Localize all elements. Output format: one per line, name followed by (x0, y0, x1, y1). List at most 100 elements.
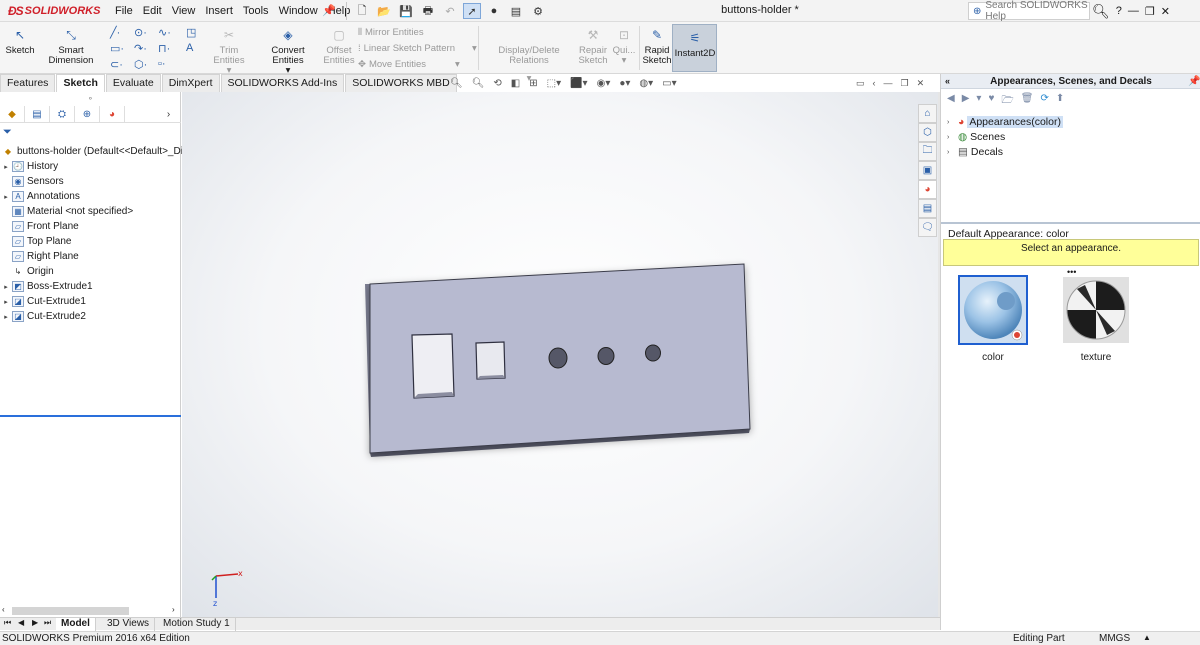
line-icon[interactable]: ╱· (110, 26, 120, 39)
forward-icon[interactable]: ▶ (962, 93, 970, 110)
pane-splitter[interactable] (941, 222, 1200, 224)
hide-show-items-icon[interactable]: ◉▾ (597, 78, 611, 92)
display-style-icon[interactable]: ⬛▾ (570, 78, 587, 92)
move-dropdown-icon[interactable]: ▾ (455, 59, 460, 70)
part-model[interactable] (182, 92, 938, 617)
expand-arrow-icon[interactable]: ▸ (0, 193, 12, 201)
tree-item[interactable]: ▸ A Annotations (0, 189, 80, 204)
last-tab-icon[interactable]: ⏭ (44, 618, 51, 628)
expand-arrow-icon[interactable]: ▸ (0, 163, 12, 171)
new-document-icon[interactable]: 🗋 (353, 3, 371, 19)
move-entities-button[interactable]: ✥ Move Entities ▾ (358, 59, 460, 70)
tab-features[interactable]: Features (0, 74, 56, 92)
dimxpert-manager-tab-icon[interactable]: ⊕ (75, 105, 100, 123)
tree-item[interactable]: ▸ ◪ Cut-Extrude1 (0, 294, 86, 309)
offset-entities-button[interactable]: ▢ Offset Entities (322, 26, 356, 66)
unit-system[interactable]: MMGS (1099, 633, 1130, 644)
arc-icon[interactable]: ↷· (134, 42, 147, 55)
expand-arrow-icon[interactable]: › (947, 119, 955, 126)
save-icon[interactable]: 💾 (397, 3, 415, 19)
tab-mbd[interactable]: SOLIDWORKS MBD (345, 74, 457, 92)
dropdown-icon[interactable]: ▾ (976, 93, 981, 110)
previous-view-icon[interactable]: ⟲ (493, 78, 501, 92)
edit-appearance-icon[interactable]: ●▾ (619, 78, 630, 92)
collapse-pane-icon[interactable]: « (945, 74, 950, 89)
quick-snaps-dropdown-icon[interactable]: ▾ (622, 56, 627, 66)
expand-arrow-icon[interactable]: ▸ (0, 298, 12, 306)
tree-item[interactable]: ▸ ◩ Boss-Extrude1 (0, 279, 93, 294)
first-tab-icon[interactable]: ⏮ (4, 618, 11, 628)
rectangle-icon[interactable]: ▭· (110, 42, 124, 55)
tree-decals[interactable]: › ▤ Decals (947, 145, 1003, 159)
feature-tree-tab-icon[interactable]: ◆ (0, 105, 25, 123)
tab-sketch[interactable]: Sketch (56, 74, 105, 92)
forum-icon[interactable]: 🗨 (918, 218, 937, 237)
tree-appearances[interactable]: › ◕ Appearances(color) (947, 115, 1063, 129)
repair-sketch-button[interactable]: ⚒ Repair Sketch (578, 26, 608, 66)
panel-grip-icon[interactable]: ⚬ (87, 94, 94, 103)
tree-item[interactable]: ▸ ◪ Cut-Extrude2 (0, 309, 86, 324)
tab-model[interactable]: Model (56, 618, 96, 631)
configuration-manager-tab-icon[interactable]: ⛭ (50, 105, 75, 123)
view-orientation-icon[interactable]: ⬚▾ (547, 78, 561, 92)
tab-addins[interactable]: SOLIDWORKS Add-Ins (220, 74, 345, 92)
trim-entities-button[interactable]: ✂ Trim Entities ▾ (204, 26, 254, 76)
property-manager-tab-icon[interactable]: ▤ (25, 105, 50, 123)
units-caret-icon[interactable]: ▲ (1143, 633, 1151, 642)
smart-dimension-button[interactable]: ⤡ Smart Dimension (37, 26, 105, 66)
rapid-sketch-button[interactable]: ✎ Rapid Sketch (642, 26, 672, 66)
instant2d-button[interactable]: ⚟ Instant2D (672, 24, 717, 72)
view-palette-icon[interactable]: ▣ (918, 161, 937, 180)
solidworks-logo[interactable]: ƉS SOLIDWORKS (8, 3, 100, 19)
menu-view[interactable]: View (167, 5, 201, 17)
viewport-close-icon[interactable]: ✕ (917, 78, 925, 89)
text-icon[interactable]: A (186, 42, 193, 54)
design-library-icon[interactable]: ⬡ (918, 123, 937, 142)
point-icon[interactable]: ▫· (158, 58, 166, 70)
solidworks-resources-icon[interactable]: ⌂ (918, 104, 937, 123)
menu-window[interactable]: Window (274, 5, 323, 17)
apply-scene-icon[interactable]: ◍▾ (639, 78, 653, 92)
search-input[interactable]: ⊕ Search SOLIDWORKS Help (968, 0, 1090, 22)
horizontal-scrollbar[interactable]: ‹ › (0, 605, 181, 617)
tree-item[interactable]: ▱ Top Plane (0, 234, 71, 249)
folder-icon[interactable]: 🗁 (1001, 93, 1013, 110)
dynamic-annotation-icon[interactable]: ⊞ (529, 78, 537, 92)
menu-insert[interactable]: Insert (200, 5, 238, 17)
help-question-icon[interactable]: ? (1116, 5, 1122, 17)
linear-sketch-pattern-button[interactable]: ⁞ Linear Sketch Pattern ▾ (358, 43, 477, 54)
tab-3d-views[interactable]: 3D Views (102, 618, 156, 631)
minimize-icon[interactable]: — (1128, 5, 1139, 17)
spline-icon[interactable]: ∿· (158, 26, 171, 39)
expand-arrow-icon[interactable]: ▸ (0, 313, 12, 321)
swatch-color[interactable]: color (957, 275, 1029, 363)
next-tab-icon[interactable]: ▶ (32, 618, 38, 627)
back-icon[interactable]: ◀ (947, 93, 955, 110)
tab-evaluate[interactable]: Evaluate (105, 74, 161, 92)
rebuild-icon[interactable]: ● (485, 3, 503, 19)
menu-edit[interactable]: Edit (138, 5, 167, 17)
restore-icon[interactable]: ❐ (1145, 5, 1155, 18)
rollback-bar[interactable] (0, 415, 181, 417)
tree-root[interactable]: ◆ buttons-holder (Default<<Default>_Di (2, 144, 183, 159)
tree-item[interactable]: ▱ Right Plane (0, 249, 79, 264)
circle-icon[interactable]: ⊙· (134, 26, 147, 39)
viewport-minimize-icon[interactable]: — (884, 78, 893, 89)
tree-scenes[interactable]: › ◍ Scenes (947, 130, 1005, 144)
search-icon[interactable]: 🔍︎ (1092, 3, 1110, 20)
undo-icon[interactable]: ↶ (441, 3, 459, 19)
slot-icon[interactable]: ⊂· (110, 58, 123, 71)
menu-file[interactable]: File (110, 5, 138, 17)
file-properties-icon[interactable]: ▤ (507, 3, 525, 19)
tab-motion-study-1[interactable]: Motion Study 1 (158, 618, 236, 631)
up-level-icon[interactable]: ⬆ (1056, 93, 1064, 110)
add-to-favorites-icon[interactable]: ♥ (988, 93, 994, 110)
quick-snaps-button[interactable]: ⊡ Qui... ▾ (612, 26, 636, 66)
close-icon[interactable]: ✕ (1161, 5, 1170, 18)
prev-tab-icon[interactable]: ◀ (18, 618, 24, 627)
zoom-to-fit-icon[interactable]: 🔍︎ (450, 78, 463, 92)
scroll-right-icon[interactable]: › (172, 605, 175, 614)
expand-arrow-icon[interactable]: › (947, 134, 955, 141)
tree-item[interactable]: ▦ Material <not specified> (0, 204, 133, 219)
view-settings-icon[interactable]: ▭▾ (662, 78, 676, 92)
